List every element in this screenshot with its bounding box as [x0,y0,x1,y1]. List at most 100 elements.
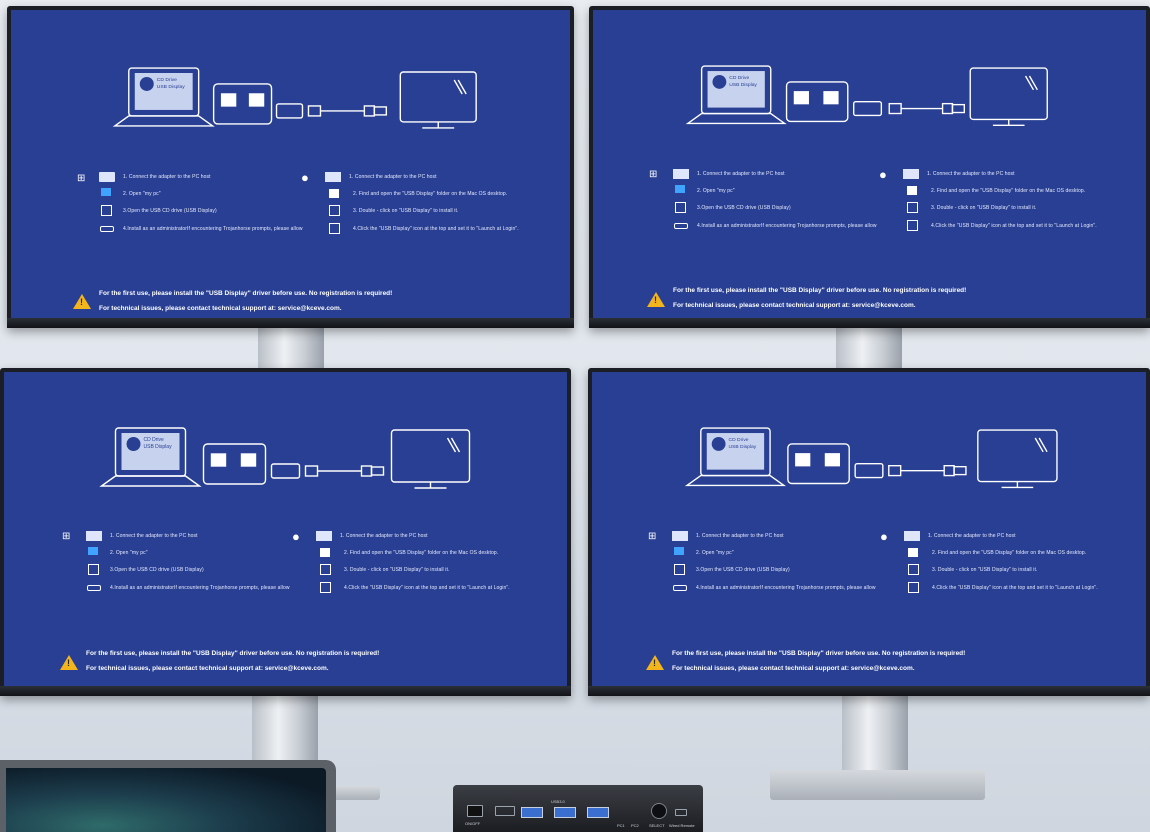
windows-step-4: 4.Install as an administratorIf encounte… [123,226,303,232]
windows-step-2: 2. Open "my pc" [123,191,161,197]
windows-step-3: 3.Open the USB CD drive (USB Display) [110,567,204,573]
mac-step-3: 3. Double - click on "USB Display" to in… [932,567,1038,573]
menubar-icon [907,220,918,231]
apple-logo-icon: ● [879,167,887,182]
pc-host-icon [99,172,115,182]
apple-logo-icon: ● [292,529,300,544]
support-note: For technical issues, please contact tec… [99,305,342,312]
apple-logo-icon: ● [880,529,888,544]
kvm-label-onoff: ON/OFF [465,821,481,826]
windows-step-3: 3.Open the USB CD drive (USB Display) [123,208,217,214]
connection-diagram: CD Drive USB Display [685,65,1048,127]
usb-port-2[interactable] [554,807,576,818]
apple-logo-icon: ● [301,170,309,185]
monitor-top-left: CD Drive USB Display ⊞ 1. Connect the ad… [7,6,574,328]
cd-drive-icon [88,564,99,575]
exe-icon [87,585,101,591]
support-note: For technical issues, please contact tec… [673,302,916,309]
usb-display-folder-icon [320,548,330,557]
windows-step-4: 4.Install as an administratorIf encounte… [110,585,290,591]
menubar-icon [320,582,331,593]
kvm-switch: ON/OFF USB3.0 PC1 PC2 SELECT Wired Remot… [453,785,703,832]
install-guide-screen: CD Drive USB Display ⊞ 1. Connect the ad… [592,372,1146,686]
installer-icon [908,564,919,575]
support-note: For technical issues, please contact tec… [672,665,915,672]
monitor-chin [589,318,1150,328]
my-pc-icon [88,547,98,555]
mac-step-1: 1. Connect the adapter to the PC host [927,171,1015,177]
windows-step-1: 1. Connect the adapter to the PC host [696,533,784,539]
first-use-note: For the first use, please install the "U… [672,650,966,657]
windows-step-1: 1. Connect the adapter to the PC host [123,174,211,180]
monitor-top-right: CD Drive USB Display ⊞ 1. Connect the ad… [589,6,1150,328]
first-use-note: For the first use, please install the "U… [86,650,380,657]
install-guide-screen: CD Drive USB Display ⊞ 1. Connect the ad… [593,10,1146,318]
warning-icon: ! [73,294,91,309]
usb-c-port[interactable] [495,806,515,816]
cd-drive-icon [675,202,686,213]
pc-host-icon [673,169,689,179]
wired-remote-port[interactable] [675,809,687,816]
mac-step-4: 4.Click the "USB Display" icon at the to… [931,223,1097,229]
svg-text:CD Drive: CD Drive [144,437,164,443]
exe-icon [100,226,114,232]
select-button[interactable] [651,803,667,819]
windows-step-4: 4.Install as an administratorIf encounte… [697,223,877,229]
mac-step-2: 2. Find and open the "USB Display" folde… [344,550,499,556]
mac-step-1: 1. Connect the adapter to the PC host [928,533,1016,539]
connection-diagram: CD Drive USB Display [684,427,1058,489]
warning-icon: ! [647,292,665,307]
warning-icon: ! [646,655,664,670]
pc-host-icon-mac [903,169,919,179]
windows-step-4: 4.Install as an administratorIf encounte… [696,585,876,591]
mac-step-3: 3. Double - click on "USB Display" to in… [344,567,450,573]
installer-icon [329,205,340,216]
my-pc-icon [101,188,111,196]
windows-logo-icon: ⊞ [62,531,71,542]
pc-host-icon-mac [325,172,341,182]
usb-display-folder-icon [329,189,339,198]
windows-step-1: 1. Connect the adapter to the PC host [110,533,198,539]
kvm-label-pc2: PC2 [631,823,639,828]
windows-step-2: 2. Open "my pc" [696,550,734,556]
warning-icon: ! [60,655,78,670]
exe-icon [674,223,688,229]
monitor-stand-top-left [258,326,324,370]
mac-step-2: 2. Find and open the "USB Display" folde… [353,191,508,197]
power-switch[interactable] [467,805,483,817]
mac-step-4: 4.Click the "USB Display" icon at the to… [344,585,510,591]
svg-text:USB Display: USB Display [157,84,185,90]
mac-step-4: 4.Click the "USB Display" icon at the to… [353,226,519,232]
usb-display-folder-icon [908,548,918,557]
cd-drive-icon [674,564,685,575]
svg-text:USB Display: USB Display [729,82,757,88]
windows-step-2: 2. Open "my pc" [110,550,148,556]
mac-step-4: 4.Click the "USB Display" icon at the to… [932,585,1098,591]
monitor-stand-bottom-right [842,694,908,776]
install-guide-screen: CD Drive USB Display ⊞ 1. Connect the ad… [4,372,567,686]
usb-port-3[interactable] [587,807,609,818]
windows-logo-icon: ⊞ [649,169,658,180]
windows-logo-icon: ⊞ [77,173,86,184]
svg-text:USB Display: USB Display [144,444,173,450]
cd-drive-icon [101,205,112,216]
windows-logo-icon: ⊞ [648,531,657,542]
first-use-note: For the first use, please install the "U… [673,287,967,294]
monitor-base-right [770,770,985,800]
svg-text:CD Drive: CD Drive [729,75,749,81]
usb-port-1[interactable] [521,807,543,818]
connection-diagram: CD Drive USB Display [112,67,477,129]
installer-icon [907,202,918,213]
windows-step-1: 1. Connect the adapter to the PC host [697,171,785,177]
kvm-label-usb3: USB3.0 [551,799,565,804]
mac-step-3: 3. Double - click on "USB Display" to in… [353,208,459,214]
first-use-note: For the first use, please install the "U… [99,290,393,297]
monitor-bottom-left: CD Drive USB Display ⊞ 1. Connect the ad… [0,368,571,696]
mac-step-2: 2. Find and open the "USB Display" folde… [931,188,1086,194]
mac-step-3: 3. Double - click on "USB Display" to in… [931,205,1037,211]
monitor-bottom-right: CD Drive USB Display ⊞ 1. Connect the ad… [588,368,1150,696]
monitor-chin [0,686,571,696]
monitor-chin [7,318,574,328]
kvm-label-select: SELECT [649,823,665,828]
pc-host-icon [86,531,102,541]
